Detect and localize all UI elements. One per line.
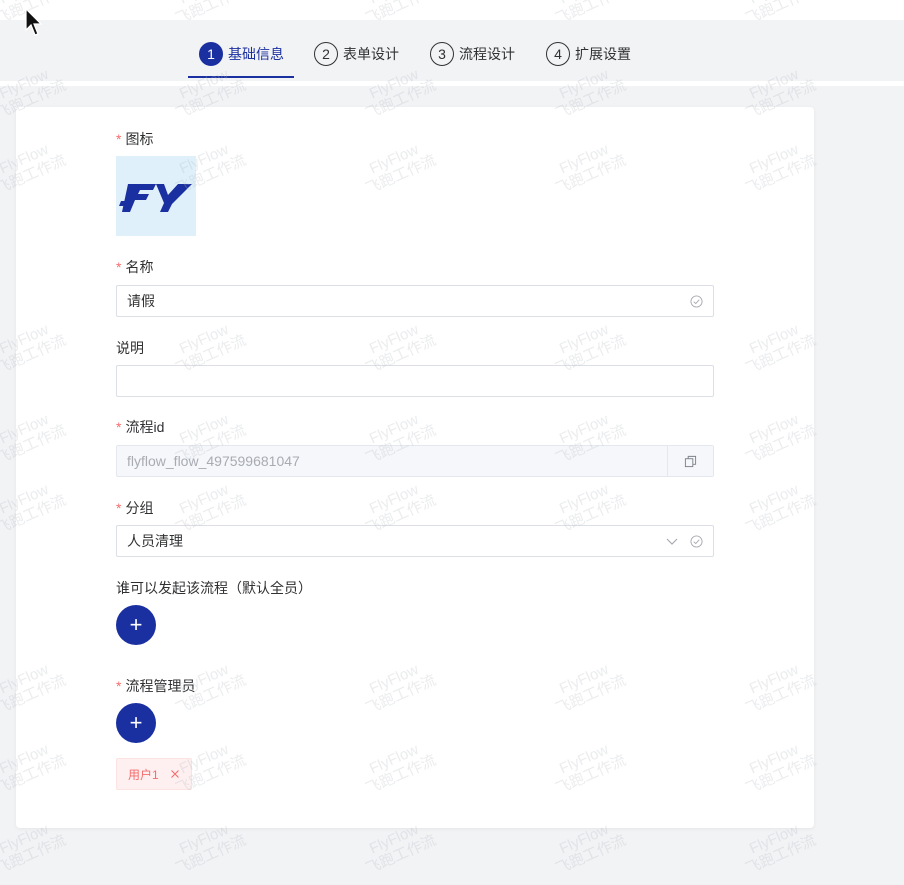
step-number: 4 (546, 42, 570, 66)
group-select[interactable]: 人员清理 (116, 525, 714, 557)
admins-field-label: * 流程管理员 (116, 676, 195, 696)
step-number: 2 (314, 42, 338, 66)
top-bar (0, 0, 904, 20)
process-id-label-text: 流程id (125, 419, 165, 435)
name-input[interactable]: 请假 (116, 285, 714, 317)
plus-icon: + (129, 612, 143, 637)
group-select-value: 人员清理 (127, 533, 183, 549)
process-id-value: flyflow_flow_497599681047 (127, 453, 300, 469)
description-input[interactable] (116, 365, 714, 397)
initiators-field-label: 谁可以发起该流程（默认全员） (116, 578, 312, 598)
step-number: 3 (430, 42, 454, 66)
step-label: 扩展设置 (575, 46, 631, 62)
watermark-line: 飞跑工作流 (743, 831, 819, 878)
name-input-value: 请假 (127, 293, 155, 309)
add-admin-button[interactable]: + (116, 703, 156, 743)
step-flow-design[interactable]: 3 流程设计 (430, 42, 515, 66)
valid-check-icon (689, 534, 703, 548)
step-number: 1 (199, 42, 223, 66)
step-form-design[interactable]: 2 表单设计 (314, 42, 399, 66)
watermark-line: 飞跑工作流 (363, 831, 439, 878)
step-label: 表单设计 (343, 46, 399, 62)
step-basic-info[interactable]: 1 基础信息 (199, 42, 284, 66)
basic-info-form: *图标 FY *名称 请假 说明 *流程id flyflow_flow_4975… (16, 107, 814, 828)
copy-icon (684, 455, 697, 467)
process-id-input: flyflow_flow_497599681047 (116, 445, 714, 477)
divider (0, 81, 904, 86)
step-label: 流程设计 (459, 46, 515, 62)
description-label-text: 说明 (116, 340, 144, 356)
required-asterisk: * (116, 678, 122, 694)
valid-check-icon (689, 294, 703, 308)
required-asterisk: * (116, 131, 122, 147)
watermark-line: 飞跑工作流 (553, 831, 629, 878)
step-extended-settings[interactable]: 4 扩展设置 (546, 42, 631, 66)
process-id-field-label: * 流程id (116, 417, 164, 437)
admins-label-text: 流程管理员 (125, 678, 196, 694)
active-step-indicator (188, 76, 294, 78)
icon-label-text: 图标 (125, 131, 154, 147)
watermark-line: 飞跑工作流 (0, 831, 69, 878)
process-icon-picker[interactable]: FY (116, 156, 196, 236)
required-asterisk: * (116, 500, 122, 516)
required-asterisk: * (116, 419, 122, 435)
step-label: 基础信息 (228, 46, 284, 62)
admin-user-tag: 用户1 (116, 758, 192, 790)
group-field-label: * 分组 (116, 498, 153, 518)
chevron-down-icon (666, 538, 678, 545)
group-label-text: 分组 (125, 500, 154, 516)
name-label-text: 名称 (125, 259, 154, 275)
copy-button[interactable] (667, 446, 713, 476)
step-navigation: 1 基础信息 2 表单设计 3 流程设计 4 扩展设置 (0, 20, 904, 81)
watermark-line: 飞跑工作流 (173, 831, 249, 878)
flyflow-logo-icon: FY (119, 184, 192, 212)
plus-icon: + (129, 710, 143, 735)
close-icon[interactable] (169, 768, 181, 780)
icon-field-label: * 图标 (116, 129, 153, 149)
initiators-label-text: 谁可以发起该流程（默认全员） (116, 580, 312, 596)
tag-label: 用户1 (128, 767, 159, 782)
mouse-cursor-icon (25, 8, 43, 36)
add-initiator-button[interactable]: + (116, 605, 156, 645)
description-field-label: 说明 (116, 338, 144, 358)
required-asterisk: * (116, 259, 122, 275)
name-field-label: * 名称 (116, 257, 153, 277)
